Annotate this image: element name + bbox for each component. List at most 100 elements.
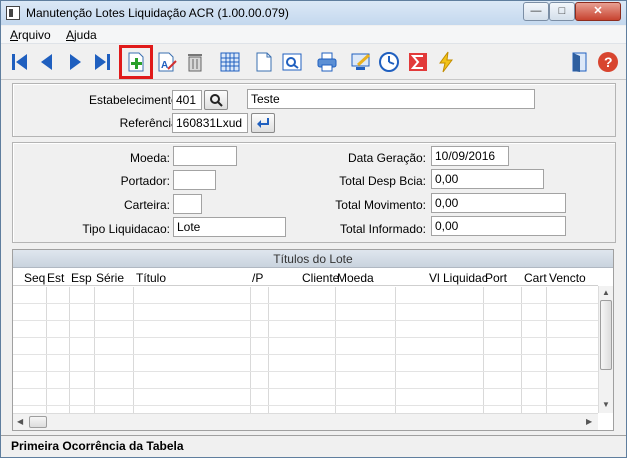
grid-column-divider xyxy=(335,287,336,413)
grid-column-divider xyxy=(250,287,251,413)
portador-label: Portador: xyxy=(120,174,170,188)
grid-row-divider xyxy=(13,320,598,321)
data-geracao-label: Data Geração: xyxy=(347,151,426,165)
grid-row-divider xyxy=(13,303,598,304)
column-titulo[interactable]: Título xyxy=(136,271,166,285)
referencia-field[interactable]: 160831Lxud xyxy=(172,113,248,133)
total-desp-bcia-label: Total Desp Bcia: xyxy=(339,174,426,188)
scroll-right-icon[interactable]: ▶ xyxy=(586,417,592,426)
print-icon xyxy=(317,52,337,72)
estabelecimento-field[interactable]: 401 xyxy=(172,90,202,110)
column-vl-liquidac[interactable]: Vl Liquidac xyxy=(429,271,488,285)
title-bar: Manutenção Lotes Liquidação ACR (1.00.00… xyxy=(1,1,626,25)
scroll-left-icon[interactable]: ◀ xyxy=(17,417,23,426)
clock-button[interactable] xyxy=(376,49,402,75)
calendar-grid-button[interactable] xyxy=(217,49,243,75)
scroll-down-icon[interactable]: ▼ xyxy=(602,400,610,409)
first-record-button[interactable] xyxy=(7,49,33,75)
grid-column-divider xyxy=(546,287,547,413)
grid-header: Seq Est Esp Série Título /P Cliente Moed… xyxy=(13,269,598,286)
data-geracao-field[interactable]: 10/09/2016 xyxy=(431,146,509,166)
column-est[interactable]: Est xyxy=(47,271,64,285)
column-esp[interactable]: Esp xyxy=(71,271,92,285)
horizontal-scrollbar[interactable]: ◀ ▶ xyxy=(13,413,598,430)
next-record-icon xyxy=(70,54,81,70)
window-title: Manutenção Lotes Liquidação ACR (1.00.00… xyxy=(26,6,289,20)
column-moeda[interactable]: Moeda xyxy=(337,271,374,285)
tipo-liquidacao-label: Tipo Liquidacao: xyxy=(82,222,170,236)
details-panel: Moeda: Portador: Carteira: Tipo Liquidac… xyxy=(12,142,616,243)
tipo-liquidacao-field[interactable]: Lote xyxy=(173,217,286,237)
column-cart[interactable]: Cart xyxy=(524,271,547,285)
last-record-button[interactable] xyxy=(89,49,115,75)
grid-column-divider xyxy=(46,287,47,413)
grid-caption: Títulos do Lote xyxy=(13,250,613,268)
moeda-field[interactable] xyxy=(173,146,237,166)
grid-column-divider xyxy=(94,287,95,413)
carteira-field[interactable] xyxy=(173,194,202,214)
new-document-button[interactable] xyxy=(251,49,277,75)
exit-button[interactable] xyxy=(567,49,593,75)
add-record-icon xyxy=(128,52,144,72)
column-port[interactable]: Port xyxy=(485,271,507,285)
carteira-label: Carteira: xyxy=(123,198,170,212)
titulos-grid[interactable]: Títulos do Lote Seq Est Esp Série Título… xyxy=(12,249,614,431)
referencia-enter-button[interactable] xyxy=(251,113,275,133)
sigma-button[interactable] xyxy=(405,49,431,75)
maximize-button[interactable]: □ xyxy=(549,2,575,21)
portador-field[interactable] xyxy=(173,170,216,190)
monitor-edit-icon xyxy=(351,53,371,70)
vertical-scroll-thumb[interactable] xyxy=(600,300,612,370)
previous-record-icon xyxy=(41,54,52,70)
previous-record-button[interactable] xyxy=(34,49,60,75)
clock-icon xyxy=(379,52,399,72)
total-informado-field[interactable]: 0,00 xyxy=(431,216,566,236)
edit-record-button[interactable]: A xyxy=(154,49,180,75)
search-icon xyxy=(210,94,223,107)
app-icon xyxy=(6,6,20,20)
scroll-up-icon[interactable]: ▲ xyxy=(602,288,610,297)
toolbar-divider xyxy=(1,79,626,80)
exit-door-icon xyxy=(572,52,587,72)
add-record-button[interactable] xyxy=(119,45,153,79)
print-button[interactable] xyxy=(314,49,340,75)
preview-button[interactable] xyxy=(279,49,305,75)
total-movimento-label: Total Movimento: xyxy=(335,198,426,212)
column-parcela[interactable]: /P xyxy=(252,271,263,285)
header-panel: Estabelecimento: 401 Teste Referência: 1… xyxy=(12,83,616,137)
column-cliente[interactable]: Cliente xyxy=(302,271,339,285)
grid-row-divider xyxy=(13,354,598,355)
lightning-button[interactable] xyxy=(433,49,459,75)
grid-row-divider xyxy=(13,371,598,372)
column-vencto[interactable]: Vencto xyxy=(549,271,586,285)
grid-column-divider xyxy=(521,287,522,413)
minimize-button[interactable]: — xyxy=(523,2,549,21)
sigma-icon xyxy=(409,53,427,71)
svg-text:A: A xyxy=(161,60,168,71)
grid-column-divider xyxy=(268,287,269,413)
search-estabelecimento-button[interactable] xyxy=(204,90,228,110)
horizontal-scroll-thumb[interactable] xyxy=(29,416,47,428)
next-record-button[interactable] xyxy=(62,49,88,75)
menu-arquivo[interactable]: Arquivo xyxy=(10,28,51,42)
calendar-grid-icon xyxy=(220,52,240,72)
total-movimento-field[interactable]: 0,00 xyxy=(431,193,566,213)
column-serie[interactable]: Série xyxy=(96,271,124,285)
vertical-scrollbar[interactable]: ▲ ▼ xyxy=(598,286,613,413)
grid-row-divider xyxy=(13,337,598,338)
menu-ajuda[interactable]: Ajuda xyxy=(66,28,97,42)
preview-icon xyxy=(282,53,302,71)
delete-button[interactable] xyxy=(182,49,208,75)
monitor-edit-button[interactable] xyxy=(348,49,374,75)
first-record-icon xyxy=(12,54,27,70)
svg-text:?: ? xyxy=(604,54,613,70)
estabelecimento-label: Estabelecimento: xyxy=(88,93,181,107)
close-button[interactable]: ✕ xyxy=(575,2,621,21)
grid-body[interactable] xyxy=(13,287,598,413)
lightning-icon xyxy=(439,51,453,73)
total-desp-bcia-field[interactable]: 0,00 xyxy=(431,169,544,189)
last-record-icon xyxy=(95,54,110,70)
edit-record-icon: A xyxy=(158,52,177,72)
column-seq[interactable]: Seq xyxy=(24,271,45,285)
help-button[interactable]: ? xyxy=(595,49,621,75)
